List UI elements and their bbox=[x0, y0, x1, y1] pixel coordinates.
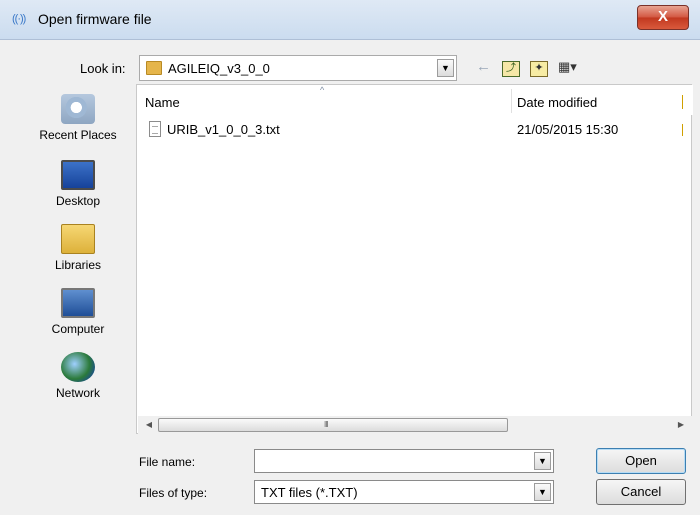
open-button[interactable]: Open bbox=[596, 448, 686, 474]
new-folder-icon[interactable]: ✦ bbox=[530, 61, 548, 77]
place-recent-places[interactable]: Recent Places bbox=[23, 94, 133, 142]
file-date-cell: 21/05/2015 15:30 bbox=[517, 122, 619, 137]
scrollbar-thumb[interactable]: III bbox=[158, 418, 508, 432]
folder-icon bbox=[146, 61, 162, 75]
chevron-down-icon[interactable]: ▼ bbox=[534, 452, 551, 470]
scroll-right-icon[interactable]: ▶ bbox=[674, 418, 688, 432]
place-label: Libraries bbox=[54, 258, 102, 272]
radio-waves-icon: ((·)) bbox=[12, 13, 26, 25]
sort-ascending-icon: ^ bbox=[320, 85, 325, 95]
column-divider[interactable] bbox=[511, 89, 512, 113]
place-desktop[interactable]: Desktop bbox=[23, 160, 133, 208]
column-header-row: Name ^ Date modified bbox=[137, 85, 693, 115]
place-label: Recent Places bbox=[39, 128, 117, 142]
file-list[interactable]: Name ^ Date modified URIB_v1_0_0_3.txt 2… bbox=[136, 84, 693, 434]
up-folder-icon[interactable]: ⤴ bbox=[502, 61, 520, 77]
scroll-left-icon[interactable]: ◀ bbox=[142, 418, 156, 432]
files-of-type-value: TXT files (*.TXT) bbox=[261, 485, 358, 500]
open-firmware-dialog: ((·)) Open firmware file X Look in: AGIL… bbox=[0, 0, 700, 515]
close-button[interactable]: X bbox=[637, 5, 689, 30]
dialog-title: Open firmware file bbox=[38, 11, 152, 27]
file-name-input[interactable] bbox=[254, 449, 554, 473]
places-bar: Recent Places Desktop Libraries Computer… bbox=[23, 84, 133, 434]
column-header-date-modified[interactable]: Date modified bbox=[517, 95, 597, 110]
place-label: Network bbox=[55, 386, 100, 400]
horizontal-scrollbar[interactable]: ◀ III ▶ bbox=[138, 416, 692, 434]
place-network[interactable]: Network bbox=[23, 352, 133, 400]
computer-icon bbox=[61, 288, 95, 318]
title-bar[interactable]: ((·)) Open firmware file X bbox=[0, 0, 700, 40]
column-divider bbox=[682, 124, 683, 136]
column-header-name[interactable]: Name bbox=[145, 95, 180, 110]
place-label: Desktop bbox=[55, 194, 101, 208]
file-name-cell: URIB_v1_0_0_3.txt bbox=[167, 122, 280, 137]
place-computer[interactable]: Computer bbox=[23, 288, 133, 336]
place-label: Computer bbox=[51, 322, 105, 336]
column-divider[interactable] bbox=[682, 95, 683, 109]
files-of-type-select[interactable]: TXT files (*.TXT) ▼ bbox=[254, 480, 554, 504]
cancel-button[interactable]: Cancel bbox=[596, 479, 686, 505]
network-icon bbox=[61, 352, 95, 382]
place-libraries[interactable]: Libraries bbox=[23, 224, 133, 272]
look-in-label: Look in: bbox=[80, 61, 126, 76]
back-arrow-icon[interactable]: ← bbox=[476, 58, 491, 75]
chevron-down-icon[interactable]: ▼ bbox=[534, 483, 551, 501]
desktop-icon bbox=[61, 160, 95, 190]
chevron-down-icon[interactable]: ▼ bbox=[437, 59, 454, 77]
scroll-grip-icon: III bbox=[324, 420, 329, 429]
look-in-value: AGILEIQ_v3_0_0 bbox=[168, 61, 270, 76]
view-menu-icon[interactable]: ▦▾ bbox=[558, 59, 590, 79]
recent-places-icon bbox=[61, 94, 95, 124]
look-in-combobox[interactable]: AGILEIQ_v3_0_0 ▼ bbox=[139, 55, 457, 81]
libraries-icon bbox=[61, 224, 95, 254]
table-row[interactable]: URIB_v1_0_0_3.txt 21/05/2015 15:30 bbox=[145, 121, 685, 141]
file-name-label: File name: bbox=[139, 455, 196, 469]
text-file-icon bbox=[149, 121, 161, 137]
files-of-type-label: Files of type: bbox=[139, 486, 208, 500]
